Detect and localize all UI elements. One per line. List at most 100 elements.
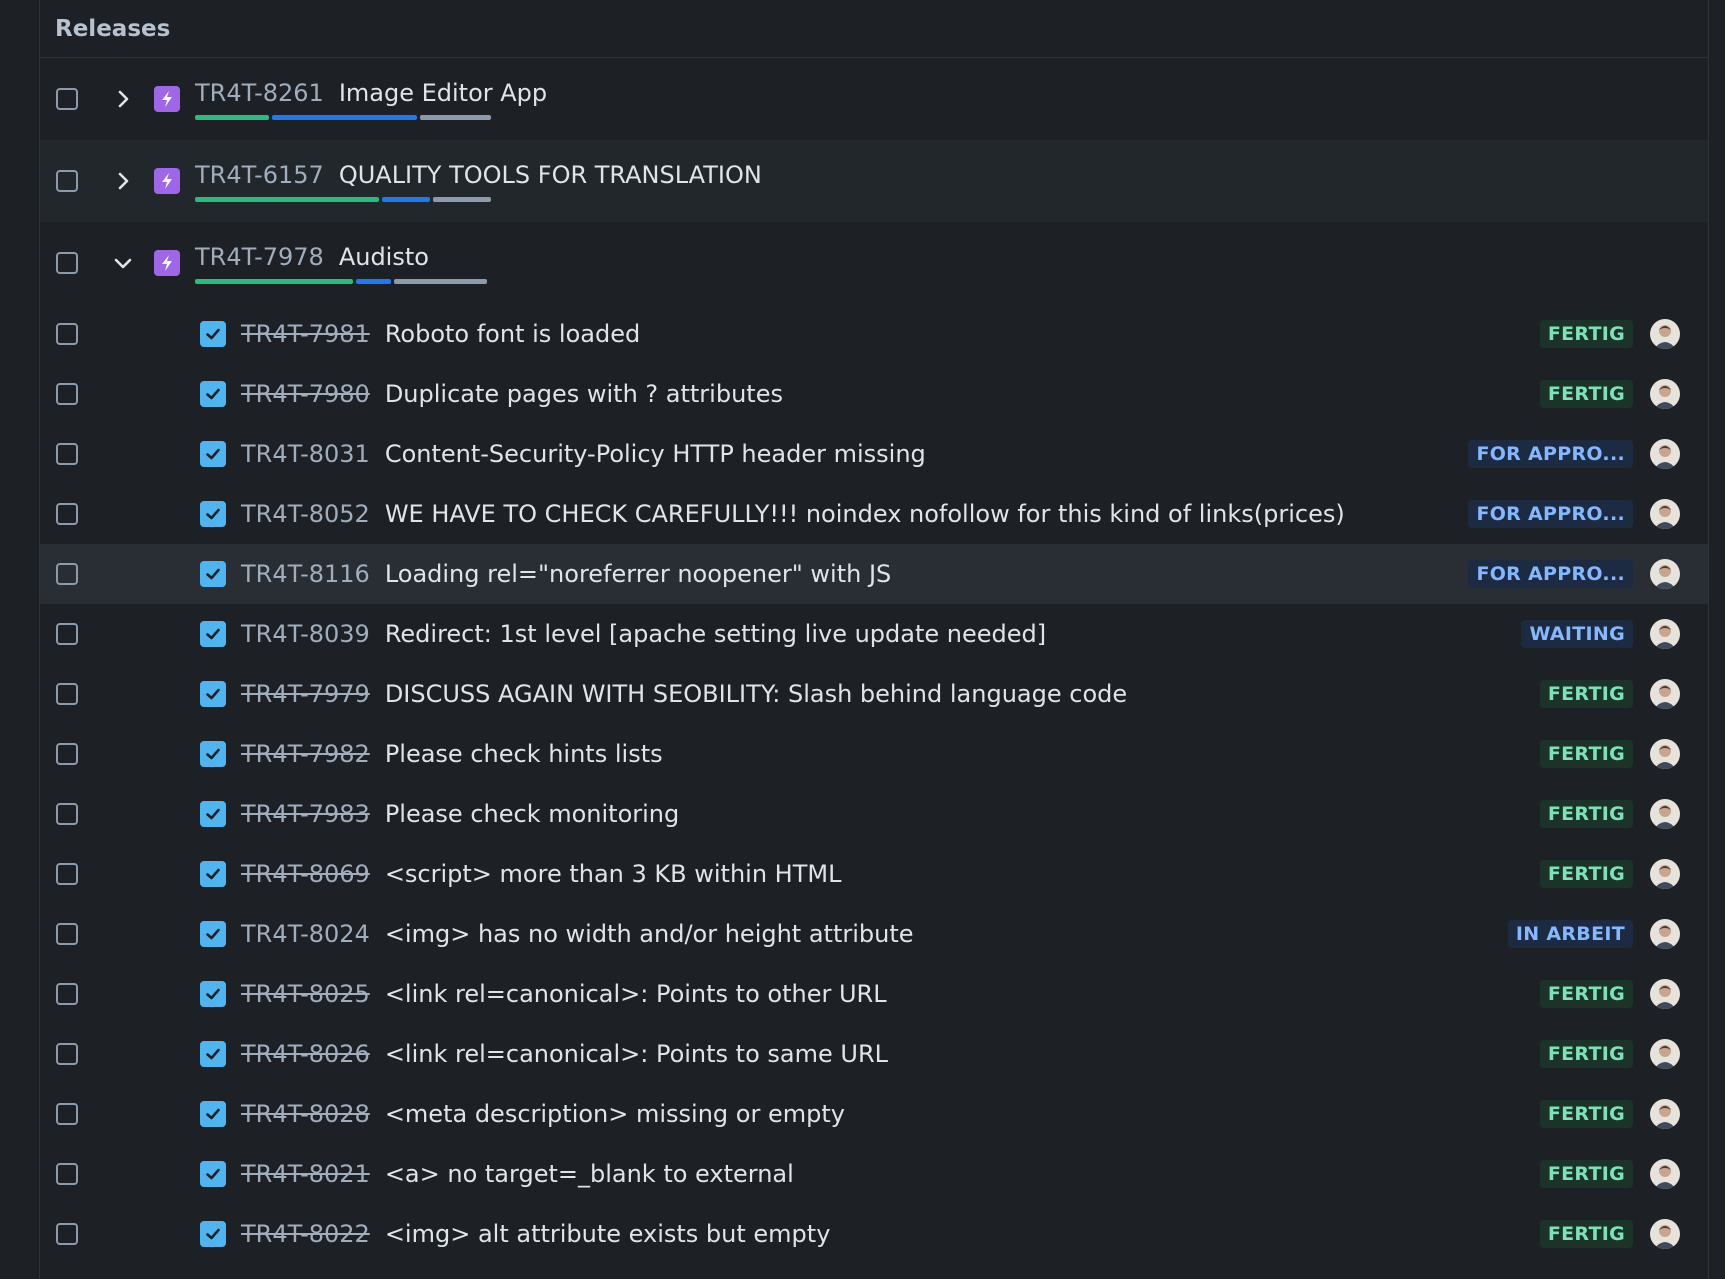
status-lozenge[interactable]: FOR APPRO... <box>1468 500 1633 528</box>
child-issue-row[interactable]: TR4T-8021 <a> no target=_blank to externa… <box>40 1144 1708 1204</box>
chevron-down-icon[interactable] <box>110 250 136 276</box>
row-select-checkbox[interactable] <box>56 443 78 465</box>
row-select-checkbox[interactable] <box>56 1223 78 1245</box>
assignee-avatar[interactable] <box>1650 799 1680 829</box>
assignee-avatar[interactable] <box>1650 1219 1680 1249</box>
assignee-avatar[interactable] <box>1650 1039 1680 1069</box>
child-issue-row[interactable]: TR4T-7979 DISCUSS AGAIN WITH SEOBILITY: S… <box>40 664 1708 724</box>
status-lozenge[interactable]: FERTIG <box>1539 860 1633 888</box>
child-issue-row[interactable]: TR4T-8026 <link rel=canonical>: Points to… <box>40 1024 1708 1084</box>
issue-key[interactable]: TR4T-7983 <box>241 800 370 828</box>
status-lozenge[interactable]: FERTIG <box>1539 1040 1633 1068</box>
row-select-checkbox[interactable] <box>56 88 78 110</box>
status-lozenge[interactable]: FERTIG <box>1539 1100 1633 1128</box>
child-issue-row[interactable]: TR4T-8069 <script> more than 3 KB within … <box>40 844 1708 904</box>
child-issue-row[interactable]: TR4T-8022 <img> alt attribute exists but … <box>40 1204 1708 1264</box>
issue-key[interactable]: TR4T-8028 <box>241 1100 370 1128</box>
epic-title[interactable]: Image Editor App <box>339 79 547 107</box>
child-issue-row[interactable]: TR4T-7983 Please check monitoring FERTIG <box>40 784 1708 844</box>
row-select-checkbox[interactable] <box>56 743 78 765</box>
issue-key[interactable]: TR4T-8069 <box>241 860 370 888</box>
child-issue-row[interactable]: TR4T-8025 <link rel=canonical>: Points to… <box>40 964 1708 1024</box>
status-lozenge[interactable]: IN ARBEIT <box>1507 920 1633 948</box>
epic-row[interactable]: TR4T-7978 Audisto <box>40 222 1708 304</box>
status-lozenge[interactable]: FERTIG <box>1539 1220 1633 1248</box>
child-issue-row[interactable]: TR4T-8031 Content-Security-Policy HTTP he… <box>40 424 1708 484</box>
issue-title[interactable]: Loading rel="noreferrer noopener" with J… <box>385 560 891 588</box>
issue-key[interactable]: TR4T-8022 <box>241 1220 370 1248</box>
issue-key[interactable]: TR4T-8021 <box>241 1160 370 1188</box>
row-select-checkbox[interactable] <box>56 503 78 525</box>
issue-key[interactable]: TR4T-8025 <box>241 980 370 1008</box>
epic-key[interactable]: TR4T-8261 <box>195 79 324 107</box>
status-lozenge[interactable]: FERTIG <box>1539 800 1633 828</box>
row-select-checkbox[interactable] <box>56 623 78 645</box>
issue-title[interactable]: Roboto font is loaded <box>385 320 640 348</box>
row-select-checkbox[interactable] <box>56 323 78 345</box>
child-issue-row[interactable]: TR4T-8116 Loading rel="noreferrer noopene… <box>40 544 1708 604</box>
child-issue-row[interactable]: TR4T-7980 Duplicate pages with ? attribut… <box>40 364 1708 424</box>
assignee-avatar[interactable] <box>1650 319 1680 349</box>
row-select-checkbox[interactable] <box>56 170 78 192</box>
issue-key[interactable]: TR4T-8024 <box>241 920 370 948</box>
issue-title[interactable]: <link rel=canonical>: Points to other UR… <box>385 980 887 1008</box>
issue-title[interactable]: <a> no target=_blank to external <box>385 1160 794 1188</box>
assignee-avatar[interactable] <box>1650 919 1680 949</box>
status-lozenge[interactable]: FERTIG <box>1539 980 1633 1008</box>
issue-key[interactable]: TR4T-8031 <box>241 440 370 468</box>
row-select-checkbox[interactable] <box>56 683 78 705</box>
assignee-avatar[interactable] <box>1650 1099 1680 1129</box>
status-lozenge[interactable]: FERTIG <box>1539 320 1633 348</box>
issue-title[interactable]: <meta description> missing or empty <box>385 1100 845 1128</box>
issue-title[interactable]: Duplicate pages with ? attributes <box>385 380 783 408</box>
child-issue-row[interactable]: TR4T-8028 <meta description> missing or e… <box>40 1084 1708 1144</box>
assignee-avatar[interactable] <box>1650 439 1680 469</box>
chevron-right-icon[interactable] <box>110 168 136 194</box>
issue-title[interactable]: <img> has no width and/or height attribu… <box>385 920 914 948</box>
child-issue-row[interactable]: TR4T-8024 <img> has no width and/or heigh… <box>40 904 1708 964</box>
issue-title[interactable]: DISCUSS AGAIN WITH SEOBILITY: Slash behi… <box>385 680 1127 708</box>
issue-key[interactable]: TR4T-8116 <box>241 560 370 588</box>
scrollbar-track[interactable] <box>1708 0 1725 1279</box>
row-select-checkbox[interactable] <box>56 983 78 1005</box>
epic-key[interactable]: TR4T-7978 <box>195 243 324 271</box>
status-lozenge[interactable]: FERTIG <box>1539 680 1633 708</box>
assignee-avatar[interactable] <box>1650 739 1680 769</box>
row-select-checkbox[interactable] <box>56 252 78 274</box>
issue-title[interactable]: <img> alt attribute exists but empty <box>385 1220 831 1248</box>
assignee-avatar[interactable] <box>1650 679 1680 709</box>
assignee-avatar[interactable] <box>1650 499 1680 529</box>
epic-row[interactable]: TR4T-6157 QUALITY TOOLS FOR TRANSLATION <box>40 140 1708 222</box>
child-issue-row[interactable]: TR4T-8039 Redirect: 1st level [apache set… <box>40 604 1708 664</box>
issue-title[interactable]: Please check hints lists <box>385 740 663 768</box>
row-select-checkbox[interactable] <box>56 1103 78 1125</box>
status-lozenge[interactable]: FERTIG <box>1539 740 1633 768</box>
assignee-avatar[interactable] <box>1650 619 1680 649</box>
epic-title[interactable]: Audisto <box>339 243 429 271</box>
assignee-avatar[interactable] <box>1650 859 1680 889</box>
issue-key[interactable]: TR4T-8052 <box>241 500 370 528</box>
issue-title[interactable]: Redirect: 1st level [apache setting live… <box>385 620 1046 648</box>
row-select-checkbox[interactable] <box>56 563 78 585</box>
issue-title[interactable]: <link rel=canonical>: Points to same URL <box>385 1040 888 1068</box>
issue-key[interactable]: TR4T-7980 <box>241 380 370 408</box>
row-select-checkbox[interactable] <box>56 803 78 825</box>
issue-key[interactable]: TR4T-8026 <box>241 1040 370 1068</box>
issue-title[interactable]: Content-Security-Policy HTTP header miss… <box>385 440 926 468</box>
assignee-avatar[interactable] <box>1650 979 1680 1009</box>
issue-title[interactable]: WE HAVE TO CHECK CAREFULLY!!! noindex no… <box>385 500 1345 528</box>
issue-key[interactable]: TR4T-7982 <box>241 740 370 768</box>
issue-title[interactable]: <script> more than 3 KB within HTML <box>385 860 842 888</box>
issue-key[interactable]: TR4T-7981 <box>241 320 370 348</box>
row-select-checkbox[interactable] <box>56 383 78 405</box>
issue-key[interactable]: TR4T-8039 <box>241 620 370 648</box>
row-select-checkbox[interactable] <box>56 863 78 885</box>
assignee-avatar[interactable] <box>1650 1159 1680 1189</box>
child-issue-row[interactable]: TR4T-7981 Roboto font is loaded FERTIG <box>40 304 1708 364</box>
status-lozenge[interactable]: FERTIG <box>1539 380 1633 408</box>
child-issue-row[interactable]: TR4T-8052 WE HAVE TO CHECK CAREFULLY!!! n… <box>40 484 1708 544</box>
status-lozenge[interactable]: FERTIG <box>1539 1160 1633 1188</box>
assignee-avatar[interactable] <box>1650 559 1680 589</box>
assignee-avatar[interactable] <box>1650 379 1680 409</box>
chevron-right-icon[interactable] <box>110 86 136 112</box>
